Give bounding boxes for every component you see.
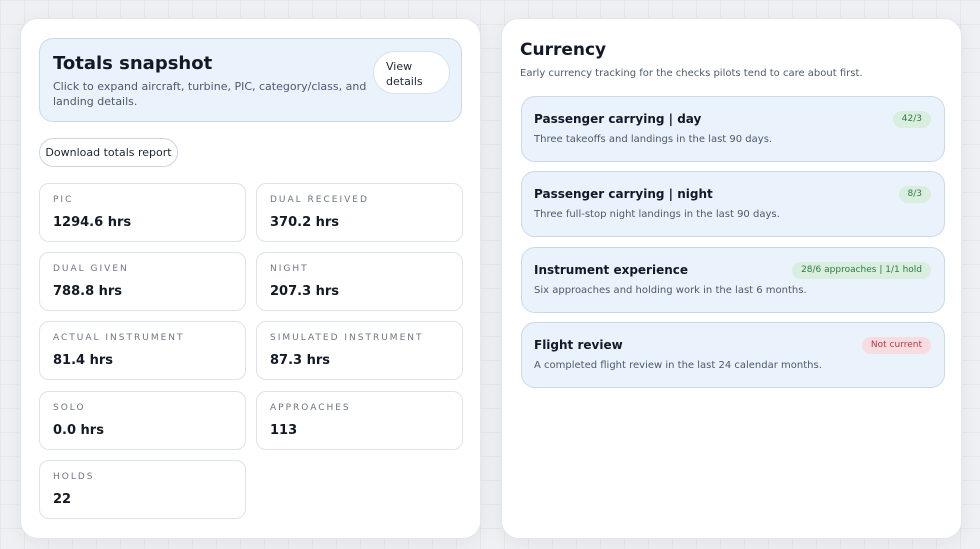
stat-label: HOLDS — [53, 472, 95, 482]
stat-card-solo: SOLO 0.0 hrs — [39, 391, 246, 450]
stat-label: ACTUAL INSTRUMENT — [53, 333, 185, 343]
currency-panel: Currency Early currency tracking for the… — [501, 18, 962, 539]
currency-card-description: Three full-stop night landings in the la… — [534, 209, 780, 220]
stat-card-pic: PIC 1294.6 hrs — [39, 183, 246, 242]
currency-card-description: Six approaches and holding work in the l… — [534, 285, 807, 296]
status-badge: 28/6 approaches | 1/1 hold — [792, 262, 931, 279]
totals-snapshot-description: Click to expand aircraft, turbine, PIC, … — [53, 80, 367, 108]
stat-value: 87.3 hrs — [270, 353, 331, 368]
stat-label: SOLO — [53, 403, 86, 413]
stat-value: 207.3 hrs — [270, 284, 340, 299]
download-totals-report-button[interactable]: Download totals report — [39, 138, 178, 167]
currency-card-title: Instrument experience — [534, 263, 689, 277]
stat-label: APPROACHES — [270, 403, 351, 413]
stat-label: DUAL GIVEN — [53, 264, 129, 274]
currency-card-description: Three takeoffs and landings in the last … — [534, 134, 773, 145]
currency-card-title: Passenger carrying | day — [534, 112, 702, 126]
status-badge: Not current — [861, 337, 931, 354]
view-details-button[interactable]: View details — [373, 51, 450, 94]
stat-value: 370.2 hrs — [270, 215, 340, 230]
stat-card-approaches: APPROACHES 113 — [256, 391, 463, 450]
stat-label: NIGHT — [270, 264, 309, 274]
currency-title: Currency — [520, 40, 607, 60]
stat-card-holds: HOLDS 22 — [39, 460, 246, 519]
currency-subtitle: Early currency tracking for the checks p… — [520, 68, 863, 79]
totals-panel: Totals snapshot Click to expand aircraft… — [20, 18, 481, 539]
stat-card-actual-instrument: ACTUAL INSTRUMENT 81.4 hrs — [39, 321, 246, 380]
stat-card-dual-received: DUAL RECEIVED 370.2 hrs — [256, 183, 463, 242]
currency-card-title: Flight review — [534, 338, 623, 352]
currency-card-title: Passenger carrying | night — [534, 187, 713, 201]
stat-card-night: NIGHT 207.3 hrs — [256, 252, 463, 311]
stat-value: 788.8 hrs — [53, 284, 123, 299]
stat-value: 22 — [53, 492, 72, 507]
stat-card-dual-given: DUAL GIVEN 788.8 hrs — [39, 252, 246, 311]
currency-card-instrument-experience[interactable]: Instrument experience Six approaches and… — [521, 247, 945, 313]
stat-value: 0.0 hrs — [53, 423, 104, 438]
currency-card-flight-review[interactable]: Flight review A completed flight review … — [521, 322, 945, 388]
stat-value: 1294.6 hrs — [53, 215, 132, 230]
currency-card-description: A completed flight review in the last 24… — [534, 360, 822, 371]
stat-label: PIC — [53, 195, 74, 205]
stat-label: SIMULATED INSTRUMENT — [270, 333, 424, 343]
totals-snapshot-header[interactable]: Totals snapshot Click to expand aircraft… — [39, 38, 462, 122]
totals-snapshot-title: Totals snapshot — [53, 53, 213, 74]
currency-card-passenger-night[interactable]: Passenger carrying | night Three full-st… — [521, 171, 945, 237]
stat-label: DUAL RECEIVED — [270, 195, 369, 205]
stat-value: 81.4 hrs — [53, 353, 114, 368]
currency-card-passenger-day[interactable]: Passenger carrying | day Three takeoffs … — [521, 96, 945, 162]
status-badge: 42/3 — [892, 111, 931, 128]
stat-card-simulated-instrument: SIMULATED INSTRUMENT 87.3 hrs — [256, 321, 463, 380]
status-badge: 8/3 — [898, 186, 931, 203]
stat-value: 113 — [270, 423, 298, 438]
